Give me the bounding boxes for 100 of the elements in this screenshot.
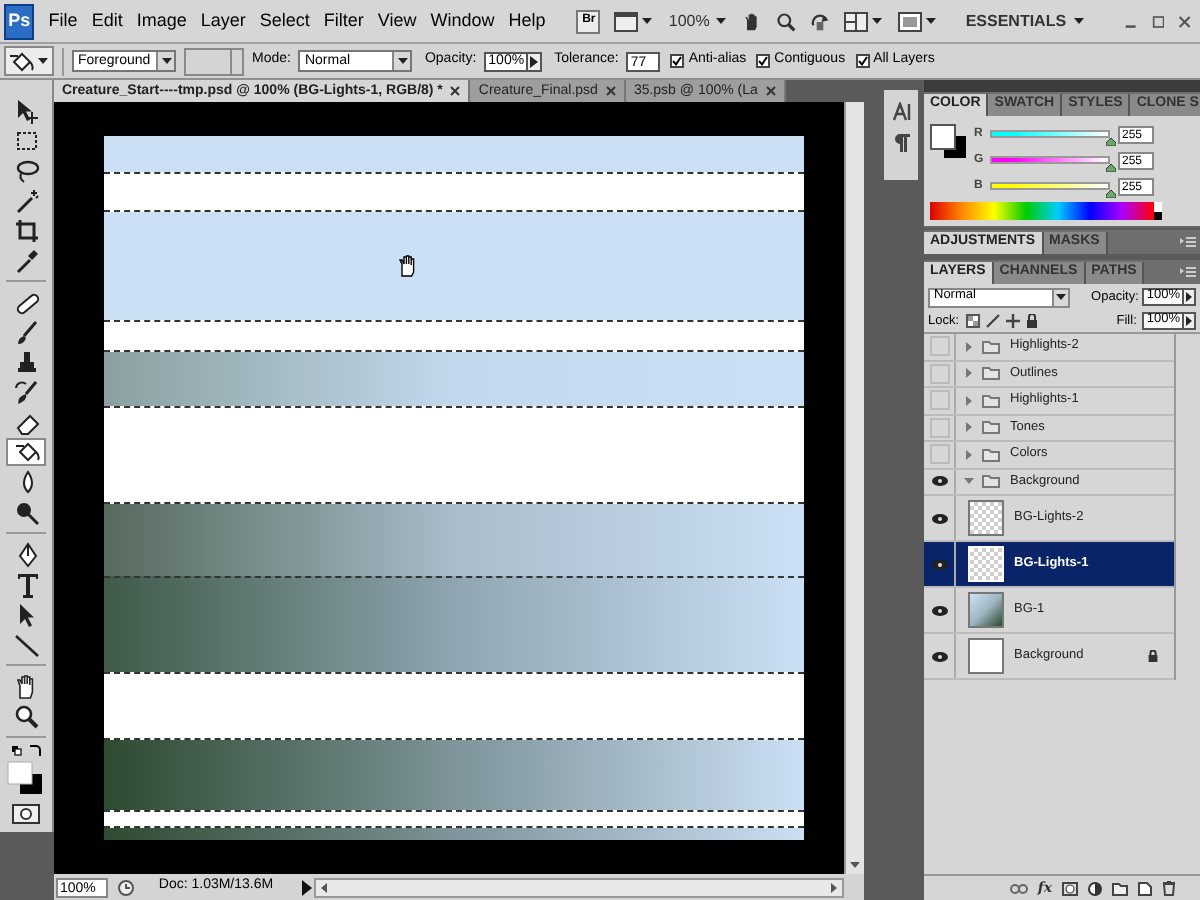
arrow-icon xyxy=(1186,316,1192,326)
caret-icon xyxy=(395,54,410,68)
marquee-tool-icon xyxy=(13,127,39,153)
rotate-view-icon[interactable] xyxy=(809,9,830,33)
new-group-icon[interactable] xyxy=(1112,881,1128,895)
close-icon[interactable] xyxy=(1178,13,1193,29)
caret-icon xyxy=(159,54,173,68)
workspace-switcher[interactable]: ESSENTIALS xyxy=(965,9,1087,33)
status-expand-arrow-icon[interactable] xyxy=(298,877,314,897)
app-logo: Ps xyxy=(4,3,35,39)
disclosure-triangle-icon[interactable] xyxy=(964,422,974,433)
caret-icon xyxy=(36,54,50,68)
menu-item[interactable]: Layer xyxy=(200,7,246,35)
lock-brush-icon[interactable] xyxy=(985,314,1000,328)
zoom-level-dropdown[interactable]: 100% xyxy=(668,9,728,33)
lasso-tool-icon xyxy=(13,157,39,183)
checkmark-icon xyxy=(758,56,769,66)
menu-item[interactable]: File xyxy=(48,7,78,35)
line-tool-icon xyxy=(13,631,39,657)
menu-item[interactable]: Filter xyxy=(323,7,364,35)
trash-icon[interactable] xyxy=(1162,880,1176,896)
layer-thumbnail xyxy=(968,592,1004,628)
tool-preset-picker[interactable] xyxy=(4,46,54,76)
panel-menu-icon[interactable] xyxy=(1180,236,1196,250)
crop-tool-icon xyxy=(13,217,39,243)
close-icon[interactable] xyxy=(765,86,776,96)
visibility-toggle[interactable] xyxy=(929,444,949,465)
magic-wand-icon xyxy=(13,187,39,213)
menu-item[interactable]: View xyxy=(377,7,417,35)
disclosure-triangle-icon[interactable] xyxy=(964,368,974,379)
scroll-left-arrow-icon[interactable] xyxy=(316,879,332,895)
zoom-tool-icon xyxy=(13,703,39,729)
view-extras-button[interactable] xyxy=(614,11,655,31)
checkbox[interactable] xyxy=(855,54,870,68)
default-colors-icon[interactable] xyxy=(6,744,46,758)
link-layers-icon[interactable] xyxy=(1009,883,1028,893)
menu-item[interactable]: Edit xyxy=(91,7,123,35)
disclosure-triangle-icon[interactable] xyxy=(964,476,974,487)
visibility-toggle[interactable] xyxy=(929,508,949,528)
close-icon[interactable] xyxy=(450,86,461,96)
eraser-icon xyxy=(13,409,39,435)
eye-icon xyxy=(931,651,947,661)
arrow-icon xyxy=(530,55,539,67)
status-menu-icon[interactable] xyxy=(116,877,136,897)
menu-item[interactable]: Help xyxy=(508,7,546,35)
layer-thumbnail xyxy=(968,500,1004,536)
color-spectrum-bar[interactable] xyxy=(930,202,1162,220)
visibility-toggle[interactable] xyxy=(929,363,949,384)
slider-thumb-icon[interactable] xyxy=(1106,190,1116,198)
visibility-toggle[interactable] xyxy=(929,390,949,411)
eye-icon xyxy=(931,513,947,523)
color-swatches-icon[interactable] xyxy=(6,760,46,796)
layer-thumbnail xyxy=(968,546,1004,582)
close-icon[interactable] xyxy=(605,86,616,96)
quick-mask-icon[interactable] xyxy=(12,804,40,824)
visibility-toggle[interactable] xyxy=(929,471,949,492)
maximize-icon[interactable] xyxy=(1151,13,1165,29)
checkbox[interactable] xyxy=(670,54,685,68)
lock-all-icon[interactable] xyxy=(1025,314,1038,328)
visibility-toggle[interactable] xyxy=(929,417,949,438)
disclosure-triangle-icon[interactable] xyxy=(964,449,974,460)
visibility-toggle[interactable] xyxy=(929,554,949,574)
visibility-toggle[interactable] xyxy=(929,646,949,666)
caret-icon xyxy=(1054,290,1068,304)
stamp-icon xyxy=(13,349,39,375)
caret-icon xyxy=(640,14,655,28)
menu-item[interactable]: Image xyxy=(136,7,187,35)
checkbox[interactable] xyxy=(756,54,771,68)
brush-icon xyxy=(13,319,39,345)
screen-mode-button[interactable] xyxy=(897,11,938,31)
paragraph-panel-icon[interactable] xyxy=(893,134,909,152)
character-panel-icon[interactable] xyxy=(891,102,911,122)
hand-icon[interactable] xyxy=(741,9,762,33)
new-layer-icon[interactable] xyxy=(1138,881,1152,895)
lock-transparency-icon[interactable] xyxy=(965,314,980,328)
visibility-toggle[interactable] xyxy=(929,336,949,357)
lock-position-icon[interactable] xyxy=(1005,314,1020,328)
panel-menu-icon[interactable] xyxy=(1180,266,1196,280)
disclosure-triangle-icon[interactable] xyxy=(964,395,974,406)
vertical-scrollbar[interactable] xyxy=(844,102,864,874)
adjustment-layer-icon[interactable] xyxy=(1088,881,1102,895)
scroll-right-arrow-icon[interactable] xyxy=(826,879,842,895)
slider-thumb-icon[interactable] xyxy=(1106,138,1116,146)
arrange-documents-button[interactable] xyxy=(843,11,884,31)
visibility-toggle[interactable] xyxy=(929,600,949,620)
pen-tool-icon xyxy=(13,541,39,567)
history-brush-icon xyxy=(13,379,39,405)
horizontal-scrollbar[interactable] xyxy=(314,877,844,897)
tool-button[interactable] xyxy=(6,438,46,466)
menu-item[interactable]: Select xyxy=(259,7,310,35)
foreground-background-swatch-icon[interactable] xyxy=(930,124,968,160)
disclosure-triangle-icon[interactable] xyxy=(964,341,974,352)
eyedropper-icon xyxy=(13,247,39,273)
dodge-tool-icon xyxy=(13,499,39,525)
layer-mask-icon[interactable] xyxy=(1062,881,1078,895)
eye-icon xyxy=(931,476,947,487)
eye-icon xyxy=(931,559,947,569)
zoom-icon[interactable] xyxy=(775,9,796,33)
menu-item[interactable]: Window xyxy=(430,7,495,35)
slider-thumb-icon[interactable] xyxy=(1106,164,1116,172)
